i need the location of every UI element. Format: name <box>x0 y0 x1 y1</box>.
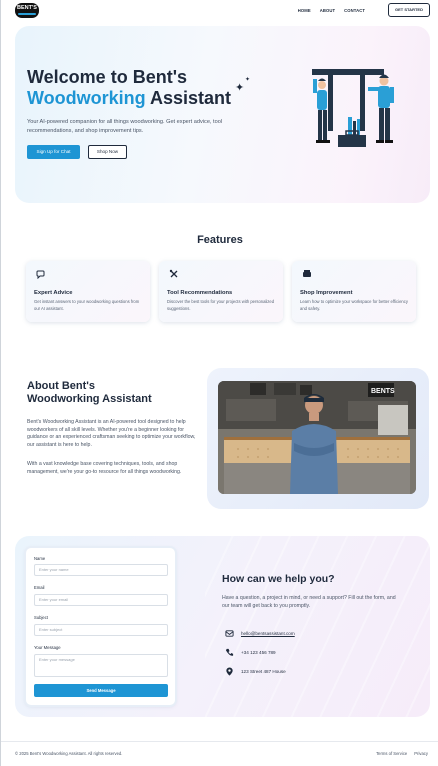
feature-card-tool-recommendations: Tool Recommendations Discover the best t… <box>159 261 283 322</box>
features-title: Features <box>197 234 243 246</box>
main-nav: HOME ABOUT CONTACT <box>298 8 365 13</box>
sparkle-icon: ✦ <box>235 82 245 94</box>
nav-about[interactable]: ABOUT <box>320 8 335 13</box>
location-pin-icon <box>226 667 233 676</box>
feature-description: Learn how to optimize your workspace for… <box>300 299 408 311</box>
site-logo[interactable]: BENT'S <box>15 3 39 18</box>
feature-title: Shop Improvement <box>300 290 353 296</box>
subject-label: Subject <box>34 615 48 620</box>
contact-address: 123 Street 487 House <box>241 669 286 674</box>
logo-underline <box>18 13 36 15</box>
about-paragraph-1: Bent's Woodworking Assistant is an AI-po… <box>27 419 196 448</box>
get-started-button[interactable]: GET STARTED <box>388 3 430 17</box>
logo-text: BENT'S <box>17 5 37 11</box>
feature-title: Expert Advice <box>34 290 73 296</box>
message-label: Your Message <box>34 645 61 650</box>
small-sparkle-icon: ✦ <box>245 77 251 83</box>
privacy-link[interactable]: Privacy <box>414 751 428 756</box>
photo-sign-text: BENTS <box>371 388 395 395</box>
name-input[interactable]: Enter your name <box>34 564 168 576</box>
email-label: Email <box>34 585 45 590</box>
nav-home[interactable]: HOME <box>298 8 311 13</box>
contact-phone: +34 123 456 789 <box>241 650 276 655</box>
contact-title: How can we help you? <box>222 573 335 585</box>
tools-icon <box>168 269 180 281</box>
contact-form: Name Enter your name Email Enter your em… <box>26 548 175 705</box>
terms-link[interactable]: Terms of Service <box>376 751 407 756</box>
footer-copyright: © 2025 Bent's Woodworking Assistant. All… <box>15 751 123 756</box>
feature-title: Tool Recommendations <box>167 290 233 296</box>
nav-contact[interactable]: CONTACT <box>344 8 365 13</box>
about-title-line2: Woodworking Assistant <box>27 393 152 405</box>
footer-links: Terms of Service Privacy <box>376 751 428 756</box>
about-paragraph-2: With a vast knowledge base covering tech… <box>27 461 182 475</box>
feature-card-shop-improvement: Shop Improvement Learn how to optimize y… <box>292 261 416 322</box>
footer-divider <box>1 741 438 742</box>
hero-title-rest: Assistant <box>145 88 232 108</box>
feature-description: Get instant answers to your woodworking … <box>34 299 140 311</box>
hero-description: Your AI-powered companion for all things… <box>27 119 223 134</box>
shop-now-button[interactable]: Shop Now <box>88 145 127 159</box>
contact-email-link[interactable]: hello@bentsassistant.com <box>241 631 295 636</box>
send-message-button[interactable]: Send Message <box>34 684 168 697</box>
email-input[interactable]: Enter your email <box>34 594 168 606</box>
woodworkers-illustration <box>312 69 394 147</box>
contact-description: Have a question, a project in mind, or n… <box>222 595 396 609</box>
sign-up-chat-button[interactable]: Sign Up for Chat <box>27 145 80 159</box>
workbench-icon <box>301 269 313 281</box>
name-label: Name <box>34 556 46 561</box>
hero-title-line1: Welcome to Bent's <box>27 67 187 87</box>
hero-title-accent: Woodworking <box>27 88 146 108</box>
about-title-line1: About Bent's <box>27 380 95 392</box>
message-textarea[interactable]: Enter your message <box>34 654 168 677</box>
chat-wrench-icon <box>35 269 47 281</box>
hero-title: Welcome to Bent's Woodworking Assistant <box>27 67 231 109</box>
feature-card-expert-advice: Expert Advice Get instant answers to you… <box>26 261 150 322</box>
subject-input[interactable]: Enter subject <box>34 624 168 636</box>
hero-section: Welcome to Bent's Woodworking Assistant … <box>15 26 430 203</box>
site-header: BENT'S HOME ABOUT CONTACT GET STARTED <box>1 0 438 22</box>
decorative-stripes <box>205 536 430 717</box>
mail-icon <box>225 630 234 637</box>
feature-description: Discover the best tools for your project… <box>167 299 275 311</box>
phone-icon <box>225 648 234 656</box>
workshop-photo: BENTS <box>218 381 416 494</box>
about-title: About Bent's Woodworking Assistant <box>27 380 152 406</box>
